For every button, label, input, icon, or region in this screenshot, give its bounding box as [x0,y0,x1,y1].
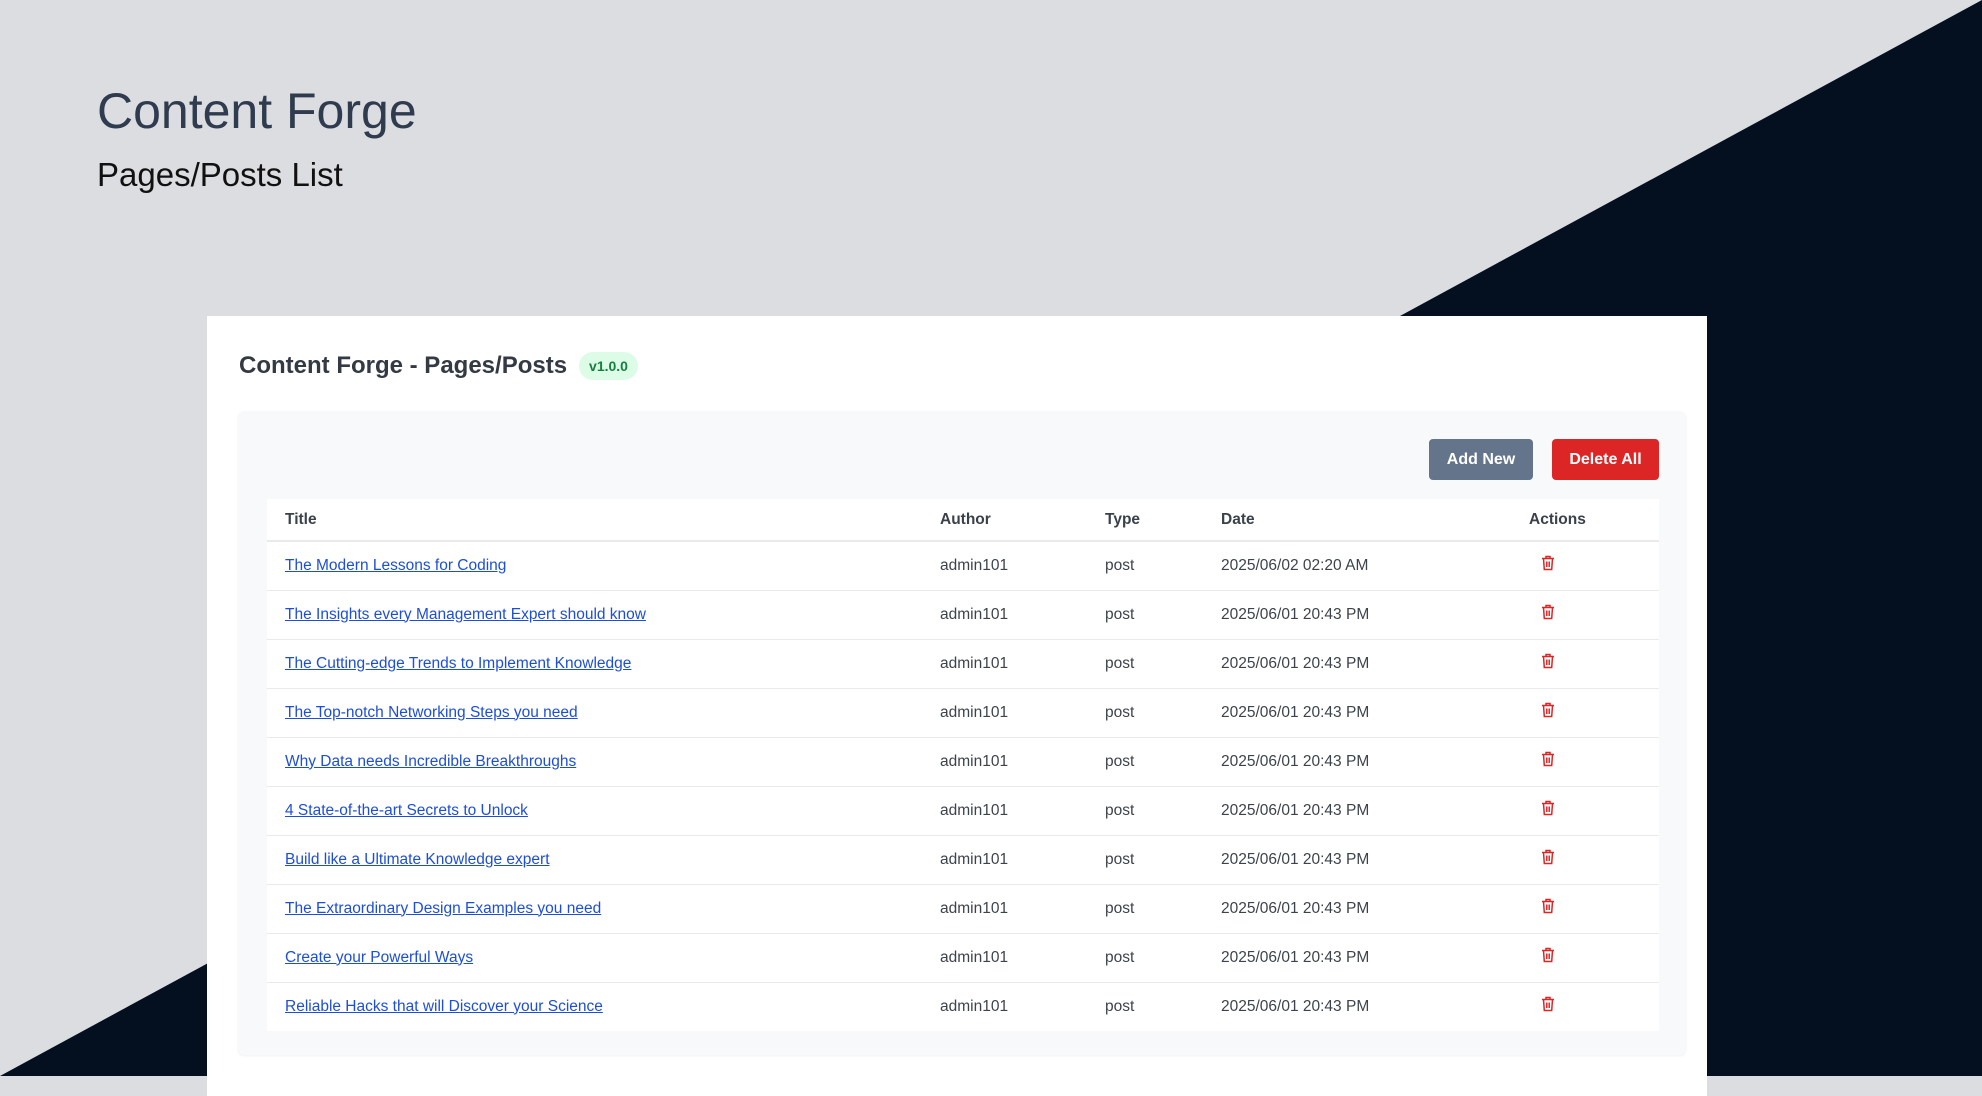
post-type: post [1105,590,1221,640]
column-author: Author [940,499,1105,542]
delete-trash-icon[interactable] [1541,653,1555,674]
post-date: 2025/06/01 20:43 PM [1221,639,1529,689]
post-author: admin101 [940,688,1105,738]
post-author: admin101 [940,933,1105,983]
post-author: admin101 [940,541,1105,591]
table-row: The Extraordinary Design Examples you ne… [267,884,1659,934]
post-title-link[interactable]: Build like a Ultimate Knowledge expert [285,851,550,868]
posts-table: Title Author Type Date Actions The Moder… [267,499,1659,1031]
post-date: 2025/06/01 20:43 PM [1221,590,1529,640]
app-title: Content Forge [97,83,417,139]
post-date: 2025/06/01 20:43 PM [1221,835,1529,885]
posts-panel: Add New Delete All Title Author Type Dat… [238,411,1686,1055]
version-badge: v1.0.0 [579,352,638,380]
post-author: admin101 [940,737,1105,787]
post-title-link[interactable]: 4 State-of-the-art Secrets to Unlock [285,802,528,819]
post-type: post [1105,835,1221,885]
post-title-link[interactable]: The Extraordinary Design Examples you ne… [285,900,601,917]
table-row: Reliable Hacks that will Discover your S… [267,982,1659,1031]
post-title-link[interactable]: The Top-notch Networking Steps you need [285,704,578,721]
table-row: Build like a Ultimate Knowledge expert a… [267,835,1659,885]
add-new-button[interactable]: Add New [1429,439,1533,480]
card-header: Content Forge - Pages/Posts v1.0.0 [239,352,638,380]
main-card: Content Forge - Pages/Posts v1.0.0 Add N… [207,316,1707,1096]
column-date: Date [1221,499,1529,542]
post-type: post [1105,786,1221,836]
post-date: 2025/06/01 20:43 PM [1221,737,1529,787]
table-row: Create your Powerful Ways admin101 post … [267,933,1659,983]
post-type: post [1105,541,1221,591]
post-title-link[interactable]: The Insights every Management Expert sho… [285,606,646,623]
post-type: post [1105,688,1221,738]
delete-trash-icon[interactable] [1541,849,1555,870]
column-type: Type [1105,499,1221,542]
post-author: admin101 [940,997,1009,1015]
post-author: admin101 [940,590,1105,640]
delete-trash-icon[interactable] [1541,604,1555,625]
delete-trash-icon[interactable] [1541,800,1555,821]
table-header: Title Author Type Date Actions [267,499,1659,542]
post-date: 2025/06/01 20:43 PM [1221,997,1370,1015]
post-date: 2025/06/01 20:43 PM [1221,933,1529,983]
table-row: The Cutting-edge Trends to Implement Kno… [267,639,1659,689]
post-author: admin101 [940,639,1105,689]
post-type: post [1105,884,1221,934]
post-type: post [1105,737,1221,787]
post-date: 2025/06/01 20:43 PM [1221,884,1529,934]
post-type: post [1105,639,1221,689]
table-row: Why Data needs Incredible Breakthroughs … [267,737,1659,787]
page-subtitle: Pages/Posts List [97,156,343,193]
delete-trash-icon[interactable] [1541,947,1555,968]
column-actions: Actions [1529,499,1659,542]
table-row: The Modern Lessons for Coding admin101 p… [267,541,1659,591]
post-author: admin101 [940,884,1105,934]
post-type: post [1105,997,1135,1015]
column-title: Title [267,499,940,542]
post-title-link[interactable]: Create your Powerful Ways [285,949,473,966]
post-title-link[interactable]: The Cutting-edge Trends to Implement Kno… [285,655,631,672]
post-author: admin101 [940,835,1105,885]
delete-trash-icon[interactable] [1541,996,1555,1017]
post-author: admin101 [940,786,1105,836]
card-title: Content Forge - Pages/Posts [239,352,568,379]
post-date: 2025/06/01 20:43 PM [1221,688,1529,738]
table-row: The Insights every Management Expert sho… [267,590,1659,640]
delete-trash-icon[interactable] [1541,898,1555,919]
post-date: 2025/06/01 20:43 PM [1221,786,1529,836]
post-title-link[interactable]: Why Data needs Incredible Breakthroughs [285,753,576,770]
post-title-link[interactable]: The Modern Lessons for Coding [285,557,506,574]
delete-all-button[interactable]: Delete All [1552,439,1659,480]
delete-trash-icon[interactable] [1541,751,1555,772]
table-row: The Top-notch Networking Steps you need … [267,688,1659,738]
table-row: 4 State-of-the-art Secrets to Unlock adm… [267,786,1659,836]
post-title-link[interactable]: Reliable Hacks that will Discover your S… [285,998,603,1015]
delete-trash-icon[interactable] [1541,702,1555,723]
post-date: 2025/06/02 02:20 AM [1221,541,1529,591]
delete-trash-icon[interactable] [1541,555,1555,576]
post-type: post [1105,933,1221,983]
